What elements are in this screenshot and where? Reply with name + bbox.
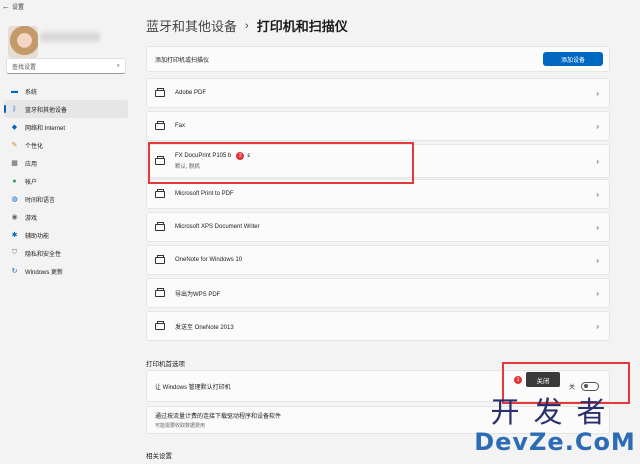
printer-status: 默认, 脱机 (175, 164, 201, 170)
add-printer-label: 添加打印机或扫描仪 (155, 57, 210, 64)
watermark-top-text: 开发者 (490, 395, 620, 429)
sidebar-item-label: 蓝牙和其他设备 (25, 107, 68, 114)
user-name-blurred (40, 32, 100, 42)
shield-icon: ⛉ (11, 249, 18, 256)
search-icon[interactable]: ⌕ (117, 63, 120, 70)
add-printer-card: 添加打印机或扫描仪 添加设备 (146, 46, 610, 72)
sidebar-item-network[interactable]: ◆ 网络和 Internet (4, 118, 128, 136)
printer-icon (155, 254, 165, 264)
sidebar-item-label: 隐私和安全性 (25, 251, 62, 258)
page-title: 打印机和扫描仪 (256, 19, 348, 34)
printer-item-fx-docuprint[interactable]: FX DocuPrint P105 b 2ɛ 默认, 脱机 › (146, 144, 610, 178)
back-arrow-icon[interactable]: ← (0, 2, 12, 11)
sidebar-item-label: 帐户 (25, 179, 38, 186)
search-input[interactable]: 查找设置 ⌕ (6, 58, 126, 74)
chevron-right-icon: › (596, 88, 599, 98)
default-printer-toggle[interactable] (581, 381, 599, 391)
globe-icon: ◍ (11, 196, 18, 203)
metered-subtitle: 可能需要收取数据费用 (155, 423, 206, 429)
printer-item-wps-pdf[interactable]: 导出为WPS PDF › (146, 278, 610, 308)
search-placeholder: 查找设置 (12, 64, 37, 71)
printer-item-microsoft-print-to-pdf[interactable]: Microsoft Print to PDF › (146, 179, 610, 209)
printer-name: OneNote for Windows 10 (175, 257, 243, 263)
annotation-badge-1: 1 (514, 376, 522, 384)
printer-icon (155, 188, 165, 198)
metered-title: 通过按流量计费的连接下载驱动程序和设备软件 (155, 414, 282, 420)
toggle-state-label: 关 (568, 384, 575, 391)
printer-icon (155, 320, 165, 330)
gamepad-icon: ◉ (11, 214, 18, 221)
avatar[interactable] (8, 26, 38, 58)
sidebar-item-label: Windows 更新 (25, 269, 64, 276)
printer-icon (155, 287, 165, 297)
printer-name: Microsoft XPS Document Writer (175, 224, 260, 230)
printer-item-onenote-2013[interactable]: 发送至 OneNote 2013 › (146, 311, 610, 341)
wifi-icon: ◆ (11, 124, 18, 131)
sidebar-item-label: 辅助功能 (25, 233, 50, 240)
sidebar-item-windows-update[interactable]: ↻ Windows 更新 (4, 262, 128, 280)
sidebar-item-privacy[interactable]: ⛉ 隐私和安全性 (4, 244, 128, 262)
chevron-right-icon: › (596, 222, 599, 232)
printer-icon (155, 87, 165, 97)
sidebar-item-label: 时间和语言 (25, 197, 56, 204)
sidebar-item-label: 游戏 (25, 215, 38, 222)
page-header: 蓝牙和其他设备 › 打印机和扫描仪 (146, 16, 348, 35)
printer-item-fax[interactable]: Fax › (146, 111, 610, 141)
update-icon: ↻ (11, 268, 18, 275)
add-device-button[interactable]: 添加设备 (543, 52, 603, 66)
watermark-logo: 开发者 DevZe.CoM (470, 396, 640, 462)
sidebar-item-apps[interactable]: ▦ 应用 (4, 154, 128, 172)
pen-icon: ✎ (11, 142, 18, 149)
watermark-bottom-text: DevZe.CoM (474, 428, 636, 456)
chevron-right-icon: › (596, 288, 599, 298)
printer-name: Microsoft Print to PDF (175, 191, 234, 197)
chevron-right-icon: › (596, 255, 599, 265)
sidebar-item-time-language[interactable]: ◍ 时间和语言 (4, 190, 128, 208)
printer-name: Adobe PDF (175, 90, 207, 96)
mouse-cursor-icon: ɛ (247, 153, 251, 159)
sidebar-nav: ▬ 系统 ᛒ 蓝牙和其他设备 ◆ 网络和 Internet ✎ 个性化 ▦ 应用 ● 帐户 … (4, 82, 128, 280)
window-title: 设置 (12, 4, 25, 11)
sidebar-item-label: 个性化 (25, 143, 44, 150)
printer-name: Fax (175, 123, 186, 129)
printer-name: 发送至 OneNote 2013 (175, 324, 234, 331)
chevron-right-icon: › (596, 189, 599, 199)
account-icon: ● (12, 177, 17, 185)
printer-icon (155, 221, 165, 231)
sidebar-item-accessibility[interactable]: ✱ 辅助功能 (4, 226, 128, 244)
printer-item-onenote-win10[interactable]: OneNote for Windows 10 › (146, 245, 610, 275)
related-settings-heading: 相关设置 (146, 453, 172, 460)
default-printer-label: 让 Windows 管理默认打印机 (155, 384, 231, 391)
printer-icon (155, 120, 165, 130)
printer-preferences-heading: 打印机首选项 (146, 361, 185, 368)
printer-name: FX DocuPrint P105 b (175, 153, 232, 159)
accessibility-icon: ✱ (11, 232, 18, 239)
sidebar-item-label: 系统 (25, 89, 38, 96)
breadcrumb-parent[interactable]: 蓝牙和其他设备 (146, 16, 237, 35)
sidebar-item-system[interactable]: ▬ 系统 (4, 82, 128, 100)
printer-icon (155, 155, 165, 165)
breadcrumb-separator: › (245, 19, 249, 32)
printer-name: 导出为WPS PDF (175, 291, 221, 298)
bluetooth-icon: ᛒ (12, 105, 17, 113)
sidebar-item-label: 应用 (25, 161, 38, 168)
sidebar-item-accounts[interactable]: ● 帐户 (4, 172, 128, 190)
annotation-badge-2: 2 (236, 152, 245, 160)
chevron-right-icon: › (596, 121, 599, 131)
monitor-icon: ▬ (11, 87, 18, 95)
sidebar-item-gaming[interactable]: ◉ 游戏 (4, 208, 128, 226)
printer-item-xps-writer[interactable]: Microsoft XPS Document Writer › (146, 212, 610, 242)
chevron-right-icon: › (596, 156, 599, 166)
apps-icon: ▦ (11, 160, 18, 167)
sidebar: 查找设置 ⌕ ▬ 系统 ᛒ 蓝牙和其他设备 ◆ 网络和 Internet ✎ 个性化 ▦… (0, 12, 134, 464)
toggle-tooltip: 关闭 (526, 372, 560, 387)
chevron-right-icon: › (596, 321, 599, 331)
printer-item-adobe-pdf[interactable]: Adobe PDF › (146, 78, 610, 108)
title-bar: ← 设置 (0, 0, 640, 12)
sidebar-item-personalization[interactable]: ✎ 个性化 (4, 136, 128, 154)
sidebar-item-bluetooth-devices[interactable]: ᛒ 蓝牙和其他设备 (4, 100, 128, 118)
sidebar-item-label: 网络和 Internet (25, 125, 66, 132)
